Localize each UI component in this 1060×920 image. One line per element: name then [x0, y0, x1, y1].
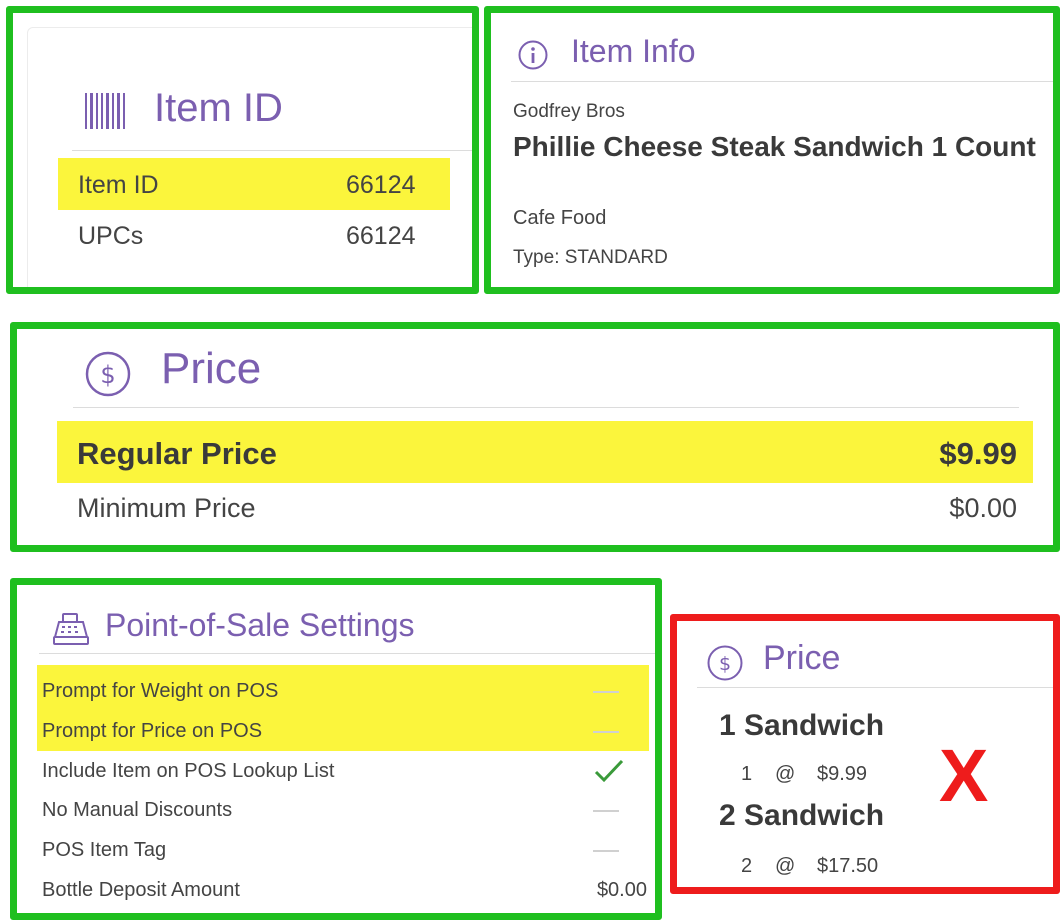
item-id-title: Item ID: [154, 86, 283, 130]
divider: [39, 653, 655, 654]
price-frame: $ Price Regular Price $9.99 Minimum Pric…: [10, 322, 1060, 552]
divider: [73, 407, 1019, 408]
tier-1-at: @: [775, 763, 796, 785]
tier-1-price: $9.99: [817, 763, 868, 785]
bottle-deposit-value: $0.00: [596, 879, 647, 901]
svg-text:$: $: [100, 361, 115, 389]
no-manual-discounts-label: No Manual Discounts: [42, 799, 233, 821]
pos-item-tag-label: POS Item Tag: [42, 839, 167, 861]
minimum-price-value: $0.00: [949, 493, 1017, 523]
x-mark: X: [939, 734, 989, 817]
tier-1-qty: 1: [741, 763, 753, 785]
item-info-frame: Item Info Godfrey Bros Phillie Cheese St…: [484, 6, 1060, 294]
tier-2-at: @: [775, 855, 796, 877]
tier-2-qty: 2: [741, 855, 753, 877]
item-info-title: Item Info: [571, 33, 696, 69]
divider: [697, 687, 1053, 688]
dollar-icon: $: [83, 349, 133, 399]
divider: [511, 81, 1053, 82]
product-name: Phillie Cheese Steak Sandwich 1 Count: [513, 131, 1036, 162]
prompt-price-off-indicator: [593, 731, 619, 733]
upcs-label: UPCs: [78, 222, 144, 250]
prompt-price-label: Prompt for Price on POS: [42, 720, 263, 742]
check-icon: [593, 757, 625, 785]
brand-name: Godfrey Bros: [513, 101, 625, 122]
item-id-label: Item ID: [78, 171, 159, 199]
tier-2-name: 2 Sandwich: [719, 799, 885, 832]
cash-register-icon: [51, 611, 91, 647]
item-id-frame: Item ID Item ID 66124 UPCs 66124: [6, 6, 479, 294]
regular-price-value: $9.99: [939, 436, 1017, 471]
tier-1-name: 1 Sandwich: [719, 709, 885, 742]
bottle-deposit-label: Bottle Deposit Amount: [42, 879, 240, 901]
price-tier-title: Price: [763, 639, 841, 677]
pos-item-tag-off-indicator: [593, 850, 619, 852]
tier-2-price: $17.50: [817, 855, 879, 877]
pos-settings-title: Point-of-Sale Settings: [105, 607, 415, 643]
price-tier-frame: $ Price 1 Sandwich 1 @ $9.99 2 Sandwich …: [670, 614, 1060, 894]
info-icon: [517, 39, 549, 71]
prompt-weight-label: Prompt for Weight on POS: [42, 680, 279, 702]
lookup-list-label: Include Item on POS Lookup List: [42, 760, 335, 782]
no-manual-discounts-off-indicator: [593, 810, 619, 812]
category-label: Cafe Food: [513, 207, 607, 229]
divider: [72, 150, 472, 151]
barcode-icon: [83, 91, 131, 131]
item-id-value: 66124: [346, 171, 416, 199]
price-title: Price: [161, 344, 262, 393]
item-id-card: Item ID Item ID 66124 UPCs 66124: [27, 27, 472, 287]
type-label: Type: STANDARD: [513, 247, 668, 268]
minimum-price-label: Minimum Price: [77, 493, 256, 523]
svg-text:$: $: [719, 653, 731, 675]
pos-settings-frame: Point-of-Sale Settings Prompt for Weight…: [10, 578, 662, 920]
dollar-icon: $: [705, 643, 745, 683]
upcs-value: 66124: [346, 222, 416, 250]
regular-price-label: Regular Price: [77, 436, 277, 471]
prompt-weight-off-indicator: [593, 691, 619, 693]
